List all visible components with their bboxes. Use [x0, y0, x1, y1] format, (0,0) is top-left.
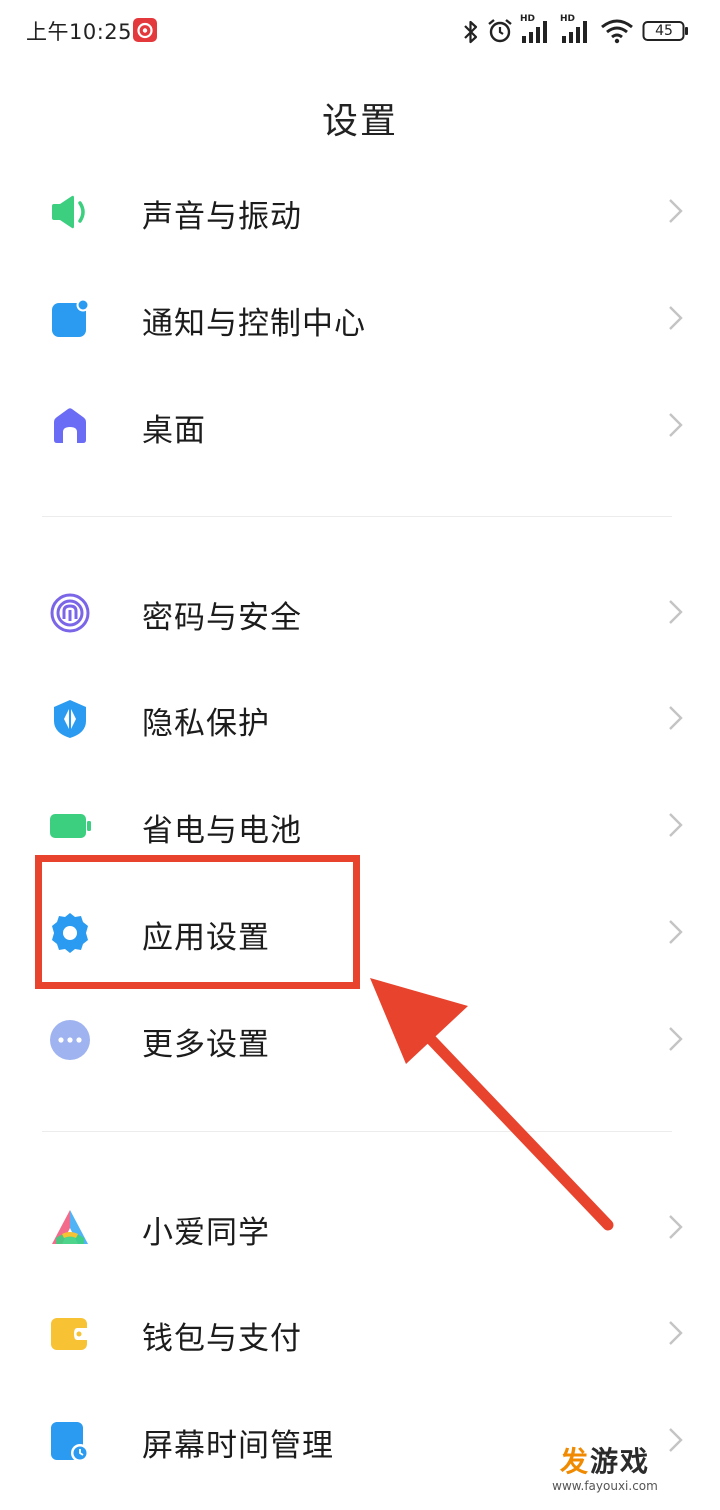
settings-item-wallet-payment[interactable]: 钱包与支付 [0, 1282, 720, 1382]
battery-icon [48, 804, 92, 848]
wallet-icon [48, 1312, 92, 1356]
chevron-right-icon [664, 703, 686, 733]
chevron-right-icon [664, 1024, 686, 1054]
status-bar: 上午10:25 HD HD 45 [0, 0, 720, 62]
wifi-icon [600, 18, 634, 48]
signal-hd-1-icon: HD [520, 14, 554, 46]
settings-item-notification-control[interactable]: 通知与控制中心 [0, 267, 720, 367]
settings-item-label: 更多设置 [142, 1027, 270, 1063]
screen-time-icon [48, 1419, 92, 1463]
notification-icon [48, 297, 92, 341]
bluetooth-icon [462, 18, 480, 50]
settings-item-label: 桌面 [142, 413, 206, 449]
settings-item-label: 通知与控制中心 [142, 306, 366, 342]
chevron-right-icon [664, 1212, 686, 1242]
settings-item-label: 密码与安全 [142, 600, 302, 636]
watermark-title: 发游戏 [530, 1446, 680, 1478]
highlight-box [35, 855, 360, 989]
network-label-1: HD [520, 14, 536, 24]
settings-item-label: 钱包与支付 [142, 1321, 302, 1357]
alarm-icon [486, 17, 514, 49]
watermark-url: www.fayouxi.com [552, 1479, 658, 1493]
page-title: 设置 [321, 101, 398, 142]
watermark: 发游戏 www.fayouxi.com [530, 1446, 680, 1500]
settings-item-desktop[interactable]: 桌面 [0, 374, 720, 474]
more-icon [48, 1018, 92, 1062]
settings-item-label: 声音与振动 [142, 199, 302, 235]
settings-item-privacy[interactable]: 隐私保护 [0, 667, 720, 767]
settings-item-label: 省电与电池 [142, 813, 302, 849]
settings-item-label: 屏幕时间管理 [142, 1428, 334, 1464]
chevron-right-icon [664, 597, 686, 627]
chevron-right-icon [664, 303, 686, 333]
watermark-title-first: 发 [559, 1445, 590, 1478]
settings-item-label: 隐私保护 [142, 706, 270, 742]
battery-level: 45 [655, 23, 673, 39]
chevron-right-icon [664, 196, 686, 226]
annotation-arrow [370, 978, 614, 1231]
xiaoai-icon [48, 1206, 92, 1250]
chevron-right-icon [664, 810, 686, 840]
fingerprint-icon [48, 591, 92, 635]
status-time: 上午10:25 [26, 20, 133, 44]
signal-hd-2-icon: HD [560, 14, 594, 46]
speaker-icon [48, 190, 92, 234]
settings-item-password-security[interactable]: 密码与安全 [0, 561, 720, 661]
section-divider [42, 516, 672, 517]
netease-music-icon [133, 18, 157, 42]
watermark-title-rest: 游戏 [590, 1445, 651, 1478]
settings-item-label: 小爱同学 [142, 1215, 270, 1251]
chevron-right-icon [664, 917, 686, 947]
chevron-right-icon [664, 1318, 686, 1348]
network-label-2: HD [560, 14, 576, 24]
settings-item-sound-vibration[interactable]: 声音与振动 [0, 160, 720, 260]
battery-status-icon: 45 [642, 20, 690, 42]
privacy-shield-icon [48, 697, 92, 741]
home-icon [48, 404, 92, 448]
chevron-right-icon [664, 410, 686, 440]
